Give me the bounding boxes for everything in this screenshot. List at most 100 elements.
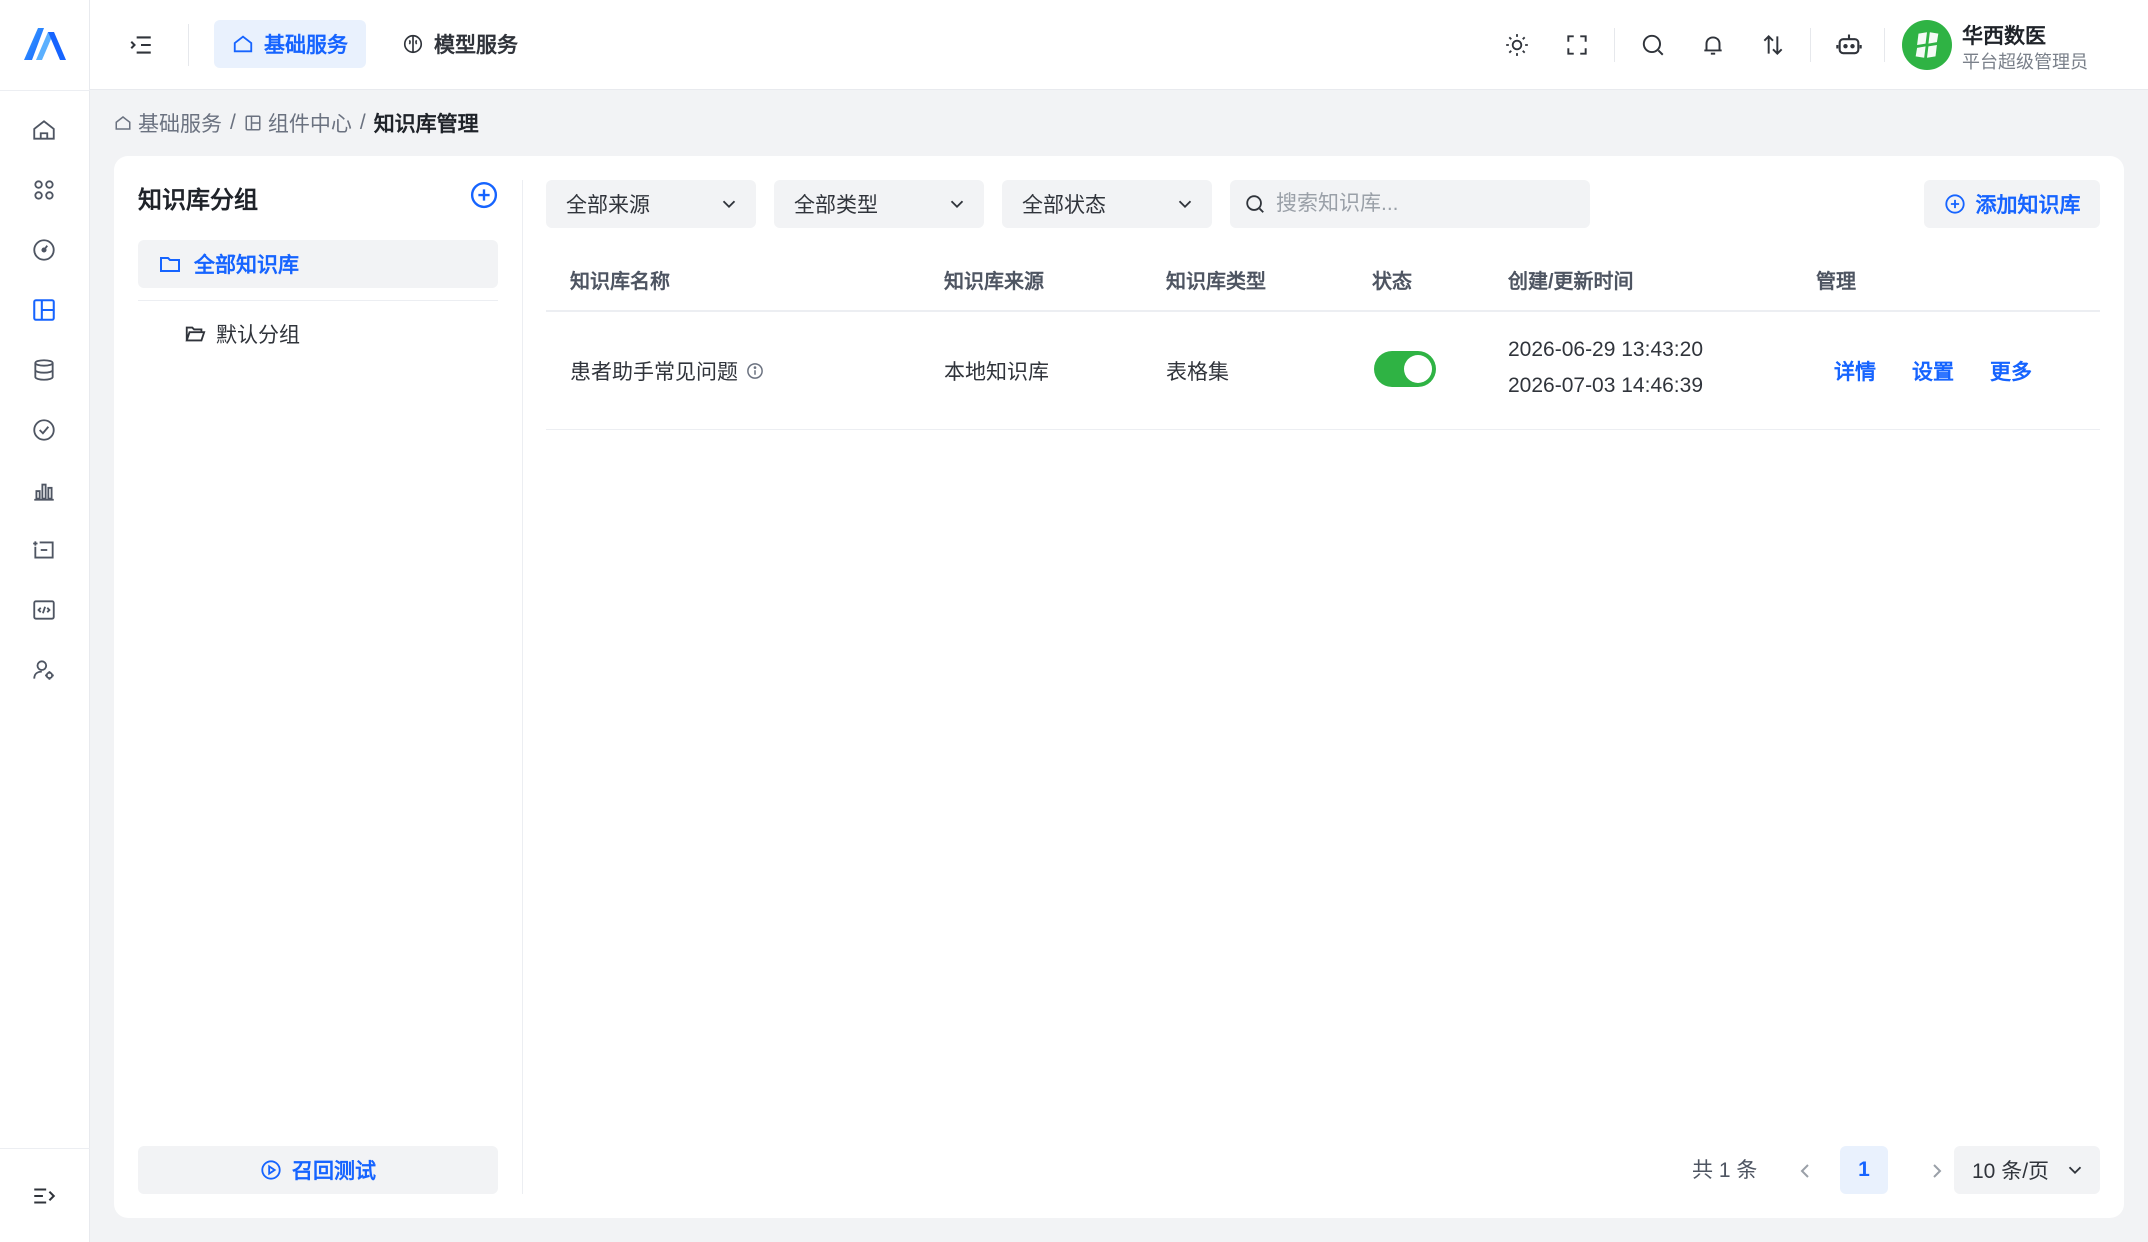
table-row: 患者助手常见问题 本地知识库 表格集 2026-06-29 13:43:20 2… <box>546 314 2100 430</box>
settings-link[interactable]: 设置 <box>1912 356 1954 386</box>
source-filter-select[interactable]: 全部来源 <box>546 180 756 228</box>
add-button-label: 添加知识库 <box>1975 194 2081 217</box>
kb-updated-time: 2026-07-03 14:46:39 <box>1508 374 1703 397</box>
select-value: 全部状态 <box>1022 194 1106 217</box>
select-value: 全部类型 <box>794 194 878 217</box>
page-size-select[interactable]: 10 条/页 <box>1954 1146 2100 1194</box>
rail-home-icon[interactable] <box>27 113 61 147</box>
toggle-knob <box>1404 355 1432 383</box>
column-header-name[interactable]: 知识库名称 <box>570 252 670 312</box>
layout-icon <box>245 115 261 131</box>
column-header-source[interactable]: 知识库来源 <box>944 252 1044 312</box>
header-divider <box>1810 28 1811 62</box>
chevron-down-icon <box>1178 200 1192 209</box>
table-header: 知识库名称 知识库来源 知识库类型 状态 创建/更新时间 管理 <box>546 252 2100 312</box>
group-panel: 知识库分组 全部知识库 默认分组 召回测试 <box>114 156 522 1218</box>
prev-page-icon[interactable] <box>1788 1154 1822 1188</box>
play-circle-icon <box>261 1160 281 1180</box>
fullscreen-icon[interactable] <box>1560 28 1594 62</box>
tab-model-services[interactable]: 模型服务 <box>384 20 536 68</box>
chevron-down-icon <box>2068 1166 2082 1175</box>
status-filter-select[interactable]: 全部状态 <box>1002 180 1212 228</box>
chevron-down-icon <box>950 200 964 209</box>
robot-icon[interactable] <box>1832 28 1866 62</box>
recall-test-label: 召回测试 <box>292 1160 376 1183</box>
group-panel-title: 知识库分组 <box>138 187 258 214</box>
search-icon[interactable] <box>1636 28 1670 62</box>
user-name: 华西数医 <box>1962 25 2046 48</box>
main-card: 知识库分组 全部知识库 默认分组 召回测试 全部来源 全部类型 全部状态 搜索知… <box>114 156 2124 1218</box>
breadcrumb-label: 组件中心 <box>267 113 352 136</box>
tab-basic-services[interactable]: 基础服务 <box>214 20 366 68</box>
sort-icon[interactable] <box>1756 28 1790 62</box>
chevron-down-icon <box>722 200 736 209</box>
group-item-default[interactable]: 默认分组 <box>184 312 300 356</box>
breadcrumb-separator: / <box>230 111 236 134</box>
group-divider <box>138 300 498 301</box>
kb-name-cell: 患者助手常见问题 <box>570 356 764 386</box>
home-icon <box>115 116 131 130</box>
top-header: 基础服务 模型服务 华西数医 平台超级管理员 <box>90 0 2148 90</box>
rail-code-icon[interactable] <box>27 593 61 627</box>
kb-created-time: 2026-06-29 13:43:20 <box>1508 338 1703 361</box>
add-knowledge-base-button[interactable]: 添加知识库 <box>1924 180 2100 228</box>
sun-icon[interactable] <box>1500 28 1534 62</box>
kb-source: 本地知识库 <box>944 361 1049 384</box>
column-header-actions: 管理 <box>1816 271 1856 293</box>
status-toggle[interactable] <box>1374 351 1436 387</box>
rail-divider <box>0 1148 90 1149</box>
panel-divider <box>522 180 523 1194</box>
brain-icon <box>403 34 423 54</box>
details-link[interactable]: 详情 <box>1834 356 1876 386</box>
tab-label: 模型服务 <box>434 34 518 57</box>
rail-layout-icon[interactable] <box>27 293 61 327</box>
breadcrumb: 基础服务 / 组件中心 / 知识库管理 <box>114 108 479 138</box>
rail-divider <box>0 90 90 91</box>
pagination-total: 共 1 条 <box>1692 1159 1758 1182</box>
rail-dashboard-icon[interactable] <box>27 233 61 267</box>
add-group-icon[interactable] <box>469 180 499 210</box>
group-item-label: 默认分组 <box>216 324 300 347</box>
rail-expand-icon[interactable] <box>27 1179 61 1213</box>
group-item-all[interactable]: 全部知识库 <box>138 240 498 288</box>
recall-test-button[interactable]: 召回测试 <box>138 1146 498 1194</box>
folder-icon <box>160 257 180 272</box>
select-value: 全部来源 <box>566 194 650 217</box>
plus-circle-icon <box>1944 194 1965 214</box>
type-filter-select[interactable]: 全部类型 <box>774 180 984 228</box>
rail-database-icon[interactable] <box>27 353 61 387</box>
column-header-time[interactable]: 创建/更新时间 <box>1508 252 1634 312</box>
rail-check-circle-icon[interactable] <box>27 413 61 447</box>
header-divider <box>188 24 189 66</box>
next-page-icon[interactable] <box>1920 1154 1954 1188</box>
search-input[interactable] <box>1276 192 1576 216</box>
search-icon <box>1246 195 1264 213</box>
column-header-status[interactable]: 状态 <box>1372 252 1412 312</box>
tab-label: 基础服务 <box>264 34 348 57</box>
breadcrumb-current: 知识库管理 <box>373 113 479 136</box>
home-icon <box>233 35 253 53</box>
kb-name[interactable]: 患者助手常见问题 <box>570 356 738 386</box>
rail-apps-icon[interactable] <box>27 173 61 207</box>
info-icon[interactable] <box>746 362 764 380</box>
page-size-value: 10 条/页 <box>1972 1160 2050 1183</box>
rail-inbox-icon[interactable] <box>27 533 61 567</box>
user-role: 平台超级管理员 <box>1962 52 2088 72</box>
group-item-label: 全部知识库 <box>194 254 299 277</box>
kb-type: 表格集 <box>1166 361 1229 384</box>
page-number-current[interactable]: 1 <box>1840 1146 1888 1194</box>
breadcrumb-component-center[interactable]: 组件中心 <box>244 108 352 138</box>
more-link[interactable]: 更多 <box>1990 356 2032 386</box>
bell-icon[interactable] <box>1696 28 1730 62</box>
logo-icon[interactable] <box>22 26 68 62</box>
search-box <box>1230 180 1590 228</box>
rail-user-settings-icon[interactable] <box>27 653 61 687</box>
breadcrumb-basic-services[interactable]: 基础服务 <box>114 108 222 138</box>
menu-collapse-icon[interactable] <box>124 28 158 62</box>
avatar[interactable] <box>1902 20 1952 70</box>
breadcrumb-separator: / <box>359 111 366 134</box>
folder-open-icon <box>185 326 206 342</box>
column-header-type[interactable]: 知识库类型 <box>1166 252 1266 312</box>
rail-chart-icon[interactable] <box>27 473 61 507</box>
breadcrumb-label: 基础服务 <box>138 113 222 136</box>
